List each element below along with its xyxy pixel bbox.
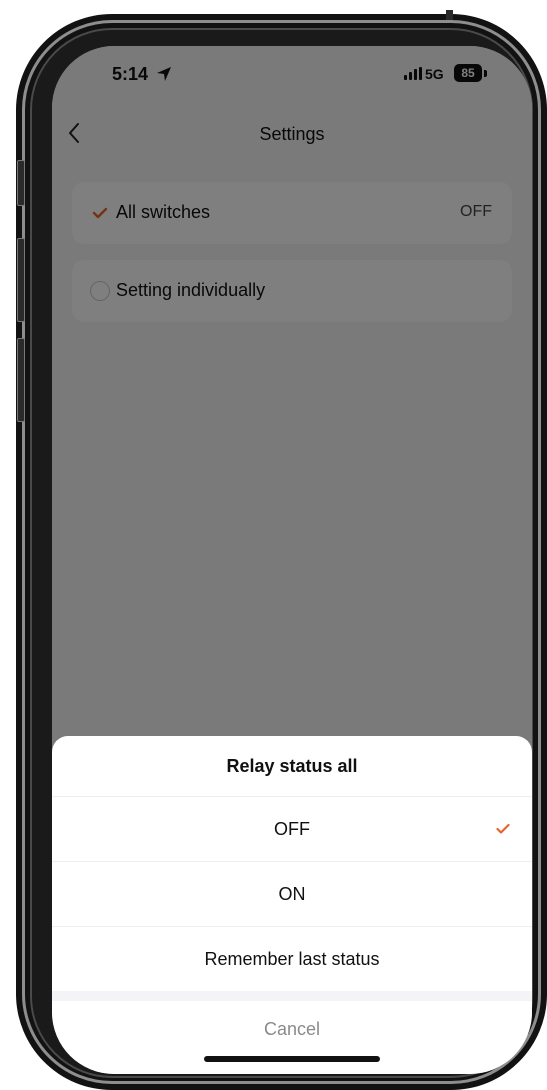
volume-up-button	[17, 238, 25, 322]
home-indicator[interactable]	[204, 1056, 380, 1062]
action-sheet: Relay status all OFF ON Remember last st…	[52, 736, 532, 1074]
sheet-option-on[interactable]: ON	[52, 861, 532, 926]
sheet-option-label: ON	[278, 884, 306, 904]
mute-switch	[17, 160, 25, 206]
phone-antenna-band	[446, 10, 453, 20]
sheet-title: Relay status all	[226, 756, 358, 776]
sheet-option-label: OFF	[274, 819, 310, 839]
checkmark-icon	[496, 823, 510, 834]
sheet-divider	[52, 991, 532, 1001]
sheet-option-label: Remember last status	[204, 949, 380, 969]
sheet-option-remember-last[interactable]: Remember last status	[52, 926, 532, 991]
sheet-option-off[interactable]: OFF	[52, 796, 532, 861]
phone-screen: 5:14 5G 85 Settings All switches OFF Set…	[52, 46, 532, 1074]
cancel-button[interactable]: Cancel	[52, 1001, 532, 1057]
volume-down-button	[17, 338, 25, 422]
